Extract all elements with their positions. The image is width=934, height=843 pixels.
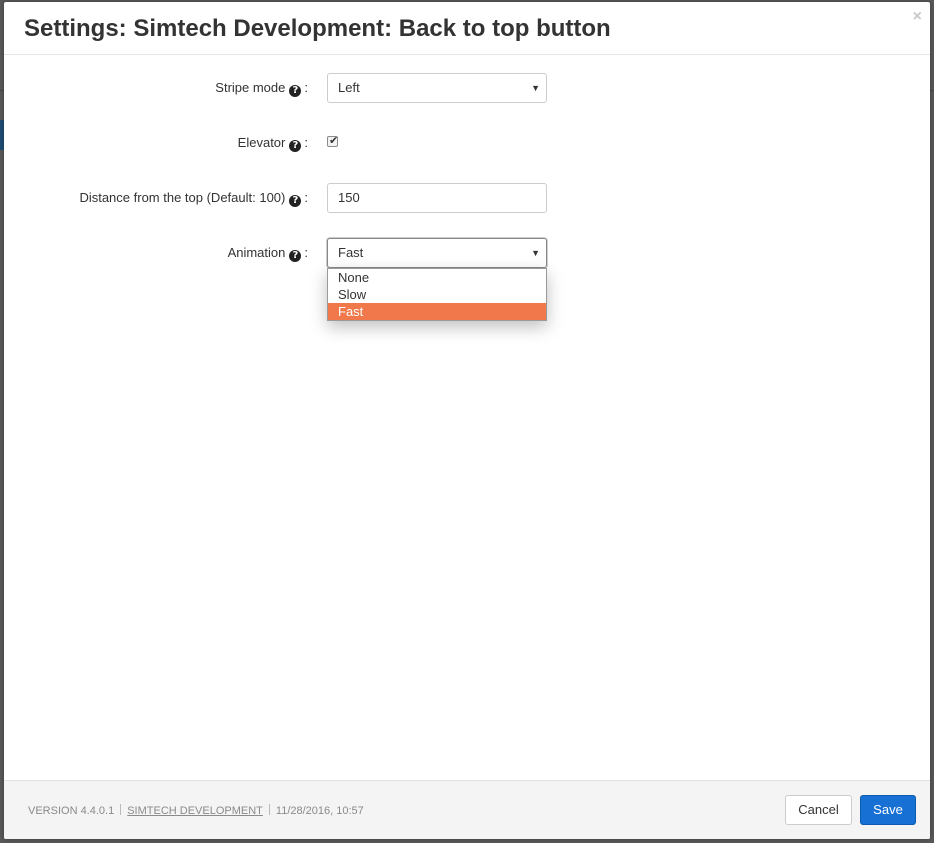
dialog-title: Settings: Simtech Development: Back to t… <box>24 15 611 42</box>
footer-divider <box>120 804 122 815</box>
footer-divider <box>268 804 270 815</box>
animation-label: Animation?: <box>227 245 308 262</box>
caret-down-icon: ▼ <box>531 248 540 258</box>
dropdown-option-none[interactable]: None <box>328 269 546 286</box>
form-row-distance: Distance from the top (Default: 100)?: 1… <box>4 183 930 213</box>
settings-dialog: Settings: Simtech Development: Back to t… <box>4 2 930 839</box>
stripe-mode-value: Left <box>338 80 360 95</box>
elevator-label: Elevator?: <box>237 135 308 152</box>
animation-select[interactable]: Fast ▼ <box>327 238 547 268</box>
form-row-stripe-mode: Stripe mode?: Left ▼ <box>4 73 930 103</box>
question-circle-icon[interactable]: ? <box>289 195 302 207</box>
form-row-animation: Animation?: Fast ▼ <box>4 238 930 268</box>
elevator-checkbox[interactable]: ✔ <box>327 134 339 147</box>
question-circle-icon[interactable]: ? <box>289 85 302 97</box>
checkmark-icon: ✔ <box>329 134 339 147</box>
stripe-mode-label: Stripe mode?: <box>215 80 308 97</box>
footer-info: VERSION 4.4.0.1 SIMTECH DEVELOPMENT 11/28/… <box>28 804 364 817</box>
animation-value: Fast <box>338 245 364 260</box>
vendor-link[interactable]: SIMTECH DEVELOPMENT <box>127 805 263 817</box>
close-icon[interactable]: × <box>913 8 922 26</box>
distance-input[interactable]: 150 <box>327 183 547 213</box>
dropdown-option-fast[interactable]: Fast <box>328 303 546 320</box>
dialog-header: Settings: Simtech Development: Back to t… <box>4 2 930 55</box>
animation-dropdown-list: None Slow Fast <box>327 268 547 321</box>
date-text: 11/28/2016, 10:57 <box>275 805 364 817</box>
caret-down-icon: ▼ <box>531 83 540 93</box>
save-button[interactable]: Save <box>860 795 916 825</box>
question-circle-icon[interactable]: ? <box>289 250 302 262</box>
distance-label: Distance from the top (Default: 100)?: <box>79 190 308 207</box>
form-row-elevator: Elevator?: ✔ <box>4 128 930 158</box>
question-circle-icon[interactable]: ? <box>289 140 302 152</box>
dropdown-option-slow[interactable]: Slow <box>328 286 546 303</box>
dialog-footer: VERSION 4.4.0.1 SIMTECH DEVELOPMENT 11/28/… <box>4 780 930 839</box>
version-text: VERSION 4.4.0.1 <box>28 805 115 817</box>
cancel-button[interactable]: Cancel <box>785 795 852 825</box>
stripe-mode-select[interactable]: Left ▼ <box>327 73 547 103</box>
